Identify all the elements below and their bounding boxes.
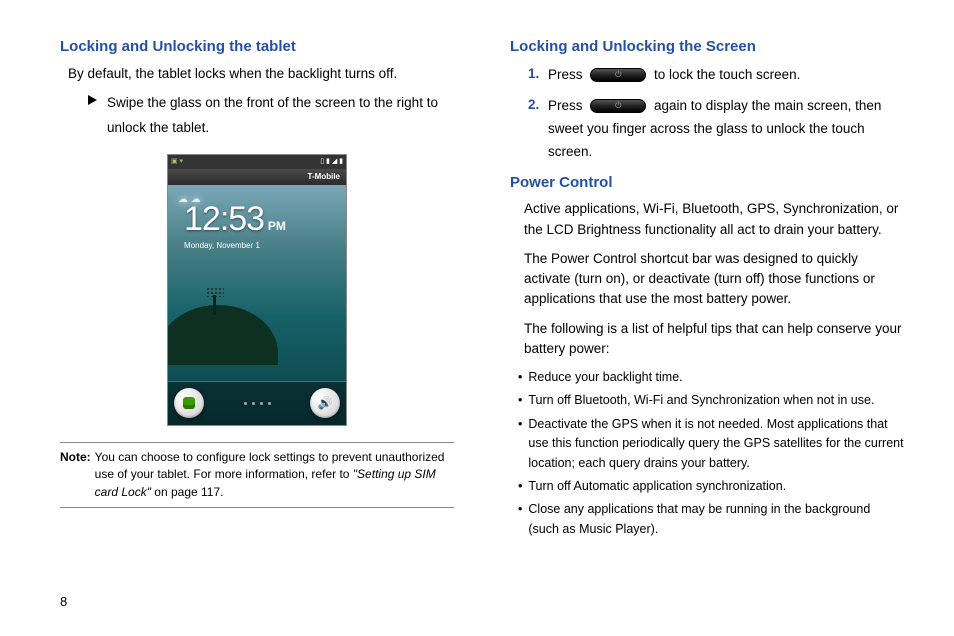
step-2: 2. Press again to display the main scree… [528,95,904,164]
island-icon [168,305,278,365]
step-1a: Press [548,67,586,82]
power-p1: Active applications, Wi-Fi, Bluetooth, G… [524,199,904,240]
slide-bar [168,381,346,425]
unlock-icon [174,388,204,418]
tips-list: Reduce your backlight time. Turn off Blu… [518,368,904,539]
note-text-2: on page 117. [151,485,224,499]
power-p3: The following is a list of helpful tips … [524,319,904,360]
heading-locking-screen: Locking and Unlocking the Screen [510,36,904,58]
time-big: 12:53 [184,200,264,238]
tip-item: Deactivate the GPS when it is not needed… [518,415,904,473]
step-2a: Press [548,98,586,113]
tip-item: Close any applications that may be runni… [518,500,904,539]
lock-time: 12:53 PM Monday, November 1 [168,195,346,252]
sound-icon [310,388,340,418]
time-date: Monday, November 1 [184,240,346,252]
right-column: Locking and Unlocking the Screen 1. Pres… [510,36,904,543]
arrow-text: Swipe the glass on the front of the scre… [107,91,454,140]
step-num-2: 2. [528,95,548,164]
carrier-bar: T-Mobile [168,169,346,185]
step-num-1: 1. [528,64,548,87]
steps-list: 1. Press to lock the touch screen. 2. Pr… [528,64,904,164]
phone-mockup: ▣ ▾ ▯ ▮ ◢ ▮ T-Mobile ☁ ☁ 12:53 PM Monday… [167,154,347,426]
tip-item: Turn off Automatic application synchroni… [518,477,904,496]
power-button-icon [590,99,646,113]
slide-dots [244,402,271,405]
status-left-icon: ▣ ▾ [171,157,183,167]
power-p2: The Power Control shortcut bar was desig… [524,249,904,310]
note-block: Note: You can choose to configure lock s… [60,442,454,508]
lock-wallpaper: ☁ ☁ 12:53 PM Monday, November 1 [168,185,346,425]
tablet-screenshot: ▣ ▾ ▯ ▮ ◢ ▮ T-Mobile ☁ ☁ 12:53 PM Monday… [60,154,454,426]
tip-item: Turn off Bluetooth, Wi-Fi and Synchroniz… [518,391,904,410]
intro-text: By default, the tablet locks when the ba… [68,64,454,84]
status-bar: ▣ ▾ ▯ ▮ ◢ ▮ [168,155,346,169]
step-1b: to lock the touch screen. [650,67,800,82]
status-right-icon: ▯ ▮ ◢ ▮ [320,157,343,167]
step-1: 1. Press to lock the touch screen. [528,64,904,87]
step-2-text: Press again to display the main screen, … [548,95,904,164]
note-label: Note: [60,449,91,501]
power-button-icon [590,68,646,82]
time-ampm: PM [268,219,286,233]
arrow-icon [88,95,97,105]
step-1-text: Press to lock the touch screen. [548,64,904,87]
tip-item: Reduce your backlight time. [518,368,904,387]
heading-locking-tablet: Locking and Unlocking the tablet [60,36,454,58]
arrow-step: Swipe the glass on the front of the scre… [88,91,454,140]
heading-power-control: Power Control [510,172,904,194]
left-column: Locking and Unlocking the tablet By defa… [60,36,454,543]
page-number: 8 [60,593,67,612]
note-content: You can choose to configure lock setting… [95,449,454,501]
